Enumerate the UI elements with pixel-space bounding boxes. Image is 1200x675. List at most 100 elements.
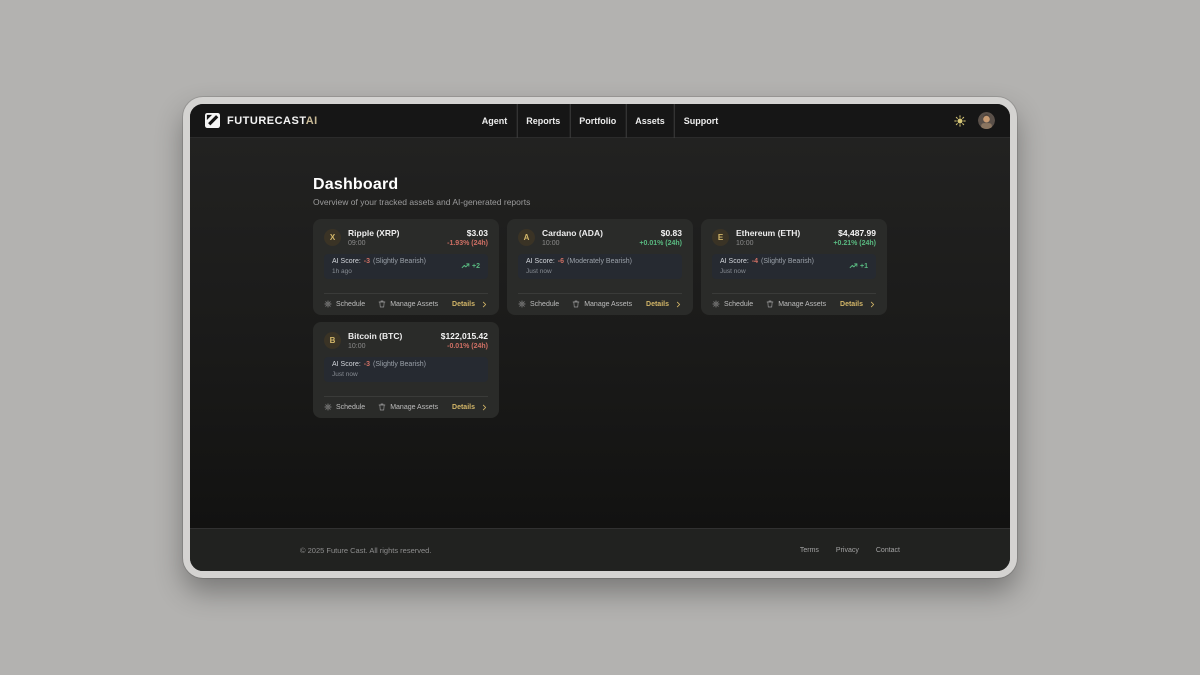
- ai-score-value: -6: [558, 258, 564, 265]
- ai-sentiment: (Slightly Bearish): [373, 258, 426, 265]
- app-footer: © 2025 Future Cast. All rights reserved.…: [190, 528, 1010, 571]
- details-label: Details: [452, 404, 475, 411]
- schedule-button[interactable]: Schedule: [324, 300, 365, 308]
- asset-initial-badge: E: [712, 229, 729, 246]
- chevron-right-icon: [481, 404, 488, 411]
- asset-name: Bitcoin (BTC): [348, 331, 402, 341]
- schedule-button[interactable]: Schedule: [712, 300, 753, 308]
- manage-assets-button[interactable]: Manage Assets: [378, 403, 438, 411]
- ai-score-label: AI Score:: [526, 258, 555, 265]
- asset-initial-badge: A: [518, 229, 535, 246]
- schedule-button[interactable]: Schedule: [518, 300, 559, 308]
- asset-price: $122,015.42: [441, 331, 488, 341]
- asset-time: 10:00: [348, 343, 402, 350]
- trending-up-icon: [461, 262, 470, 271]
- theme-toggle-sun-icon[interactable]: [954, 115, 966, 127]
- ai-score-panel: AI Score: -3 (Slightly Bearish) 1h ago +…: [324, 254, 488, 279]
- ai-score-value: -4: [752, 258, 758, 265]
- asset-initial-badge: X: [324, 229, 341, 246]
- schedule-label: Schedule: [336, 404, 365, 411]
- gear-icon: [324, 300, 332, 308]
- ai-sentiment: (Slightly Bearish): [373, 361, 426, 368]
- trash-icon: [572, 300, 580, 308]
- nav-item-agent[interactable]: Agent: [473, 104, 517, 138]
- asset-change: +0.21% (24h): [833, 240, 876, 247]
- manage-assets-button[interactable]: Manage Assets: [378, 300, 438, 308]
- chevron-right-icon: [481, 301, 488, 308]
- trend-badge: +1: [849, 262, 868, 271]
- asset-price: $4,487.99: [833, 228, 876, 238]
- card-actions: Schedule Manage Assets Details: [518, 293, 682, 315]
- brand-name: FUTURECASTAI: [227, 115, 318, 127]
- ai-score-panel: AI Score: -3 (Slightly Bearish) Just now: [324, 357, 488, 382]
- ai-updated-time: 1h ago: [332, 268, 426, 275]
- asset-card-ethereum: E Ethereum (ETH) 10:00 $4,487.99 +0.21% …: [701, 219, 887, 315]
- gear-icon: [518, 300, 526, 308]
- schedule-button[interactable]: Schedule: [324, 403, 365, 411]
- manage-assets-label: Manage Assets: [390, 404, 438, 411]
- ai-sentiment: (Moderately Bearish): [567, 258, 632, 265]
- user-avatar[interactable]: [978, 112, 995, 129]
- page-subtitle: Overview of your tracked assets and AI-g…: [313, 197, 887, 207]
- trend-value: +2: [472, 263, 480, 270]
- footer-links: Terms Privacy Contact: [800, 547, 900, 554]
- gear-icon: [324, 403, 332, 411]
- trend-value: +1: [860, 263, 868, 270]
- asset-name: Ethereum (ETH): [736, 228, 800, 238]
- device-frame: FUTURECASTAI Agent Reports Portfolio Ass…: [183, 97, 1017, 578]
- schedule-label: Schedule: [724, 301, 753, 308]
- trash-icon: [378, 403, 386, 411]
- gear-icon: [712, 300, 720, 308]
- details-button[interactable]: Details: [452, 301, 488, 308]
- brand-logo-icon: [205, 113, 220, 128]
- details-label: Details: [840, 301, 863, 308]
- manage-assets-label: Manage Assets: [778, 301, 826, 308]
- ai-updated-time: Just now: [720, 268, 814, 275]
- trash-icon: [378, 300, 386, 308]
- nav-item-reports[interactable]: Reports: [516, 104, 569, 138]
- details-button[interactable]: Details: [840, 301, 876, 308]
- ai-score-label: AI Score:: [332, 258, 361, 265]
- manage-assets-button[interactable]: Manage Assets: [572, 300, 632, 308]
- card-actions: Schedule Manage Assets Details: [324, 396, 488, 418]
- trend-badge: +2: [461, 262, 480, 271]
- nav-item-assets[interactable]: Assets: [625, 104, 674, 138]
- footer-link-contact[interactable]: Contact: [876, 547, 900, 554]
- ai-updated-time: Just now: [526, 268, 632, 275]
- manage-assets-label: Manage Assets: [390, 301, 438, 308]
- asset-time: 10:00: [542, 240, 603, 247]
- asset-time: 10:00: [736, 240, 800, 247]
- schedule-label: Schedule: [530, 301, 559, 308]
- nav-item-support[interactable]: Support: [674, 104, 728, 138]
- asset-card-bitcoin: B Bitcoin (BTC) 10:00 $122,015.42 -0.01%…: [313, 322, 499, 418]
- asset-time: 09:00: [348, 240, 399, 247]
- brand-home-link[interactable]: FUTURECASTAI: [205, 113, 318, 128]
- manage-assets-label: Manage Assets: [584, 301, 632, 308]
- asset-name: Ripple (XRP): [348, 228, 399, 238]
- asset-card-ripple: X Ripple (XRP) 09:00 $3.03 -1.93% (24h): [313, 219, 499, 315]
- asset-price: $3.03: [447, 228, 488, 238]
- footer-link-privacy[interactable]: Privacy: [836, 547, 859, 554]
- asset-change: -0.01% (24h): [441, 343, 488, 350]
- asset-name: Cardano (ADA): [542, 228, 603, 238]
- asset-change: -1.93% (24h): [447, 240, 488, 247]
- details-button[interactable]: Details: [452, 404, 488, 411]
- details-button[interactable]: Details: [646, 301, 682, 308]
- trash-icon: [766, 300, 774, 308]
- nav-item-portfolio[interactable]: Portfolio: [569, 104, 625, 138]
- asset-price: $0.83: [639, 228, 682, 238]
- card-actions: Schedule Manage Assets Details: [324, 293, 488, 315]
- schedule-label: Schedule: [336, 301, 365, 308]
- ai-score-value: -3: [364, 361, 370, 368]
- chevron-right-icon: [869, 301, 876, 308]
- app-header: FUTURECASTAI Agent Reports Portfolio Ass…: [190, 104, 1010, 138]
- details-label: Details: [646, 301, 669, 308]
- asset-card-grid: X Ripple (XRP) 09:00 $3.03 -1.93% (24h): [313, 219, 887, 418]
- footer-link-terms[interactable]: Terms: [800, 547, 819, 554]
- asset-change: +0.01% (24h): [639, 240, 682, 247]
- ai-score-label: AI Score:: [720, 258, 749, 265]
- main-area: Dashboard Overview of your tracked asset…: [190, 138, 1010, 528]
- asset-card-cardano: A Cardano (ADA) 10:00 $0.83 +0.01% (24h): [507, 219, 693, 315]
- manage-assets-button[interactable]: Manage Assets: [766, 300, 826, 308]
- trending-up-icon: [849, 262, 858, 271]
